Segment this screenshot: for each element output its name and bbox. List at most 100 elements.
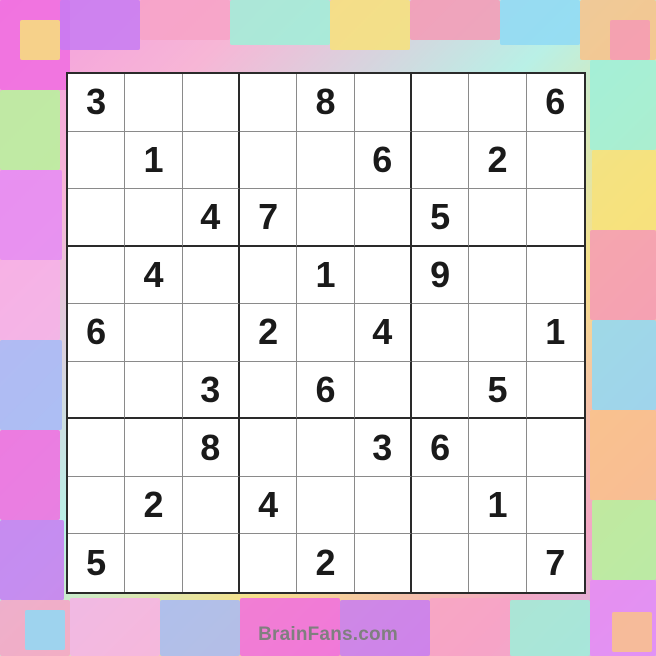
sudoku-given-cell[interactable]: 4 bbox=[182, 189, 240, 247]
sudoku-empty-cell[interactable] bbox=[182, 476, 240, 535]
sudoku-given-cell[interactable]: 3 bbox=[354, 419, 412, 477]
sudoku-empty-cell[interactable] bbox=[125, 419, 183, 477]
brand-watermark: BrainFans.com bbox=[258, 624, 398, 645]
background-block bbox=[230, 0, 330, 45]
background-block bbox=[0, 170, 62, 260]
background-block bbox=[500, 0, 580, 45]
sudoku-given-cell[interactable]: 5 bbox=[469, 361, 527, 420]
sudoku-given-cell[interactable]: 3 bbox=[68, 74, 126, 132]
sudoku-empty-cell[interactable] bbox=[182, 246, 240, 305]
sudoku-given-cell[interactable]: 6 bbox=[297, 361, 355, 420]
sudoku-given-cell[interactable]: 6 bbox=[411, 419, 470, 477]
sudoku-empty-cell[interactable] bbox=[411, 74, 470, 132]
sudoku-empty-cell[interactable] bbox=[183, 534, 240, 592]
sudoku-empty-cell[interactable] bbox=[354, 361, 412, 420]
sudoku-empty-cell[interactable] bbox=[526, 362, 584, 420]
sudoku-empty-cell[interactable] bbox=[125, 361, 183, 420]
sudoku-given-cell[interactable]: 6 bbox=[526, 74, 584, 132]
sudoku-empty-cell[interactable] bbox=[526, 419, 584, 477]
sudoku-given-cell[interactable]: 5 bbox=[411, 189, 470, 247]
sudoku-given-cell[interactable]: 9 bbox=[411, 246, 470, 305]
sudoku-empty-cell[interactable] bbox=[297, 419, 355, 477]
background-block bbox=[590, 60, 656, 150]
sudoku-empty-cell[interactable] bbox=[68, 419, 126, 477]
sudoku-given-cell[interactable]: 4 bbox=[354, 304, 412, 362]
sudoku-empty-cell[interactable] bbox=[239, 131, 298, 190]
sudoku-empty-cell[interactable] bbox=[469, 74, 527, 132]
background-block bbox=[0, 520, 64, 600]
sudoku-empty-cell[interactable] bbox=[239, 419, 298, 477]
sudoku-empty-cell[interactable] bbox=[469, 534, 527, 592]
sudoku-given-cell[interactable]: 8 bbox=[182, 419, 240, 477]
sudoku-given-cell[interactable]: 1 bbox=[125, 131, 183, 190]
sudoku-empty-cell[interactable] bbox=[239, 246, 298, 305]
sudoku-empty-cell[interactable] bbox=[182, 131, 240, 190]
sudoku-given-cell[interactable]: 2 bbox=[297, 534, 355, 592]
sudoku-empty-cell[interactable] bbox=[469, 304, 527, 362]
sudoku-empty-cell[interactable] bbox=[297, 476, 355, 535]
background-block bbox=[330, 0, 410, 50]
sudoku-empty-cell[interactable] bbox=[125, 534, 183, 592]
sudoku-empty-cell[interactable] bbox=[297, 189, 355, 247]
background-block bbox=[590, 230, 656, 320]
sudoku-empty-cell[interactable] bbox=[469, 419, 527, 477]
background-block bbox=[590, 410, 656, 500]
background-block bbox=[592, 150, 656, 230]
background-block bbox=[0, 340, 62, 430]
sudoku-empty-cell[interactable] bbox=[68, 361, 126, 420]
sudoku-empty-cell[interactable] bbox=[469, 246, 527, 305]
sudoku-empty-cell[interactable] bbox=[354, 246, 412, 305]
sudoku-empty-cell[interactable] bbox=[355, 534, 412, 592]
background-block bbox=[0, 430, 60, 520]
sudoku-given-cell[interactable]: 1 bbox=[469, 476, 527, 535]
sudoku-given-cell[interactable]: 2 bbox=[239, 304, 298, 362]
background-block bbox=[140, 0, 230, 40]
sudoku-empty-cell[interactable] bbox=[68, 189, 126, 247]
sudoku-empty-cell[interactable] bbox=[297, 304, 355, 362]
sudoku-empty-cell[interactable] bbox=[526, 189, 584, 247]
sudoku-empty-cell[interactable] bbox=[68, 246, 126, 305]
sudoku-empty-cell[interactable] bbox=[68, 476, 126, 535]
background-block bbox=[610, 20, 650, 60]
sudoku-empty-cell[interactable] bbox=[125, 304, 183, 362]
sudoku-empty-cell[interactable] bbox=[411, 476, 470, 535]
sudoku-empty-cell[interactable] bbox=[469, 189, 527, 247]
sudoku-empty-cell[interactable] bbox=[125, 74, 183, 132]
background-block bbox=[592, 320, 656, 410]
sudoku-given-cell[interactable]: 4 bbox=[125, 246, 183, 305]
sudoku-empty-cell[interactable] bbox=[68, 131, 126, 190]
sudoku-given-cell[interactable]: 7 bbox=[527, 534, 584, 592]
sudoku-board: 3861624754196241365836241527 bbox=[66, 72, 586, 594]
sudoku-empty-cell[interactable] bbox=[240, 534, 298, 592]
sudoku-empty-cell[interactable] bbox=[125, 189, 183, 247]
sudoku-given-cell[interactable]: 2 bbox=[125, 476, 183, 535]
sudoku-empty-cell[interactable] bbox=[354, 189, 412, 247]
sudoku-empty-cell[interactable] bbox=[239, 74, 298, 132]
sudoku-given-cell[interactable]: 5 bbox=[68, 534, 126, 592]
sudoku-empty-cell[interactable] bbox=[526, 477, 584, 535]
sudoku-given-cell[interactable]: 6 bbox=[354, 131, 412, 190]
sudoku-given-cell[interactable]: 1 bbox=[526, 304, 584, 362]
background-block bbox=[0, 90, 60, 170]
sudoku-given-cell[interactable]: 1 bbox=[297, 246, 355, 305]
sudoku-empty-cell[interactable] bbox=[412, 534, 470, 592]
sudoku-empty-cell[interactable] bbox=[239, 361, 298, 420]
sudoku-empty-cell[interactable] bbox=[182, 304, 240, 362]
sudoku-given-cell[interactable]: 3 bbox=[182, 361, 240, 420]
sudoku-empty-cell[interactable] bbox=[411, 304, 470, 362]
sudoku-empty-cell[interactable] bbox=[182, 74, 240, 132]
sudoku-empty-cell[interactable] bbox=[354, 74, 412, 132]
sudoku-empty-cell[interactable] bbox=[526, 132, 584, 190]
background-block bbox=[20, 20, 60, 60]
sudoku-given-cell[interactable]: 2 bbox=[469, 131, 527, 190]
sudoku-empty-cell[interactable] bbox=[411, 361, 470, 420]
sudoku-empty-cell[interactable] bbox=[411, 131, 470, 190]
sudoku-empty-cell[interactable] bbox=[297, 131, 355, 190]
sudoku-empty-cell[interactable] bbox=[526, 247, 584, 305]
sudoku-given-cell[interactable]: 4 bbox=[239, 476, 298, 535]
sudoku-given-cell[interactable]: 7 bbox=[239, 189, 298, 247]
background-block bbox=[410, 0, 500, 40]
sudoku-empty-cell[interactable] bbox=[354, 476, 412, 535]
sudoku-given-cell[interactable]: 6 bbox=[68, 304, 126, 362]
sudoku-given-cell[interactable]: 8 bbox=[297, 74, 355, 132]
